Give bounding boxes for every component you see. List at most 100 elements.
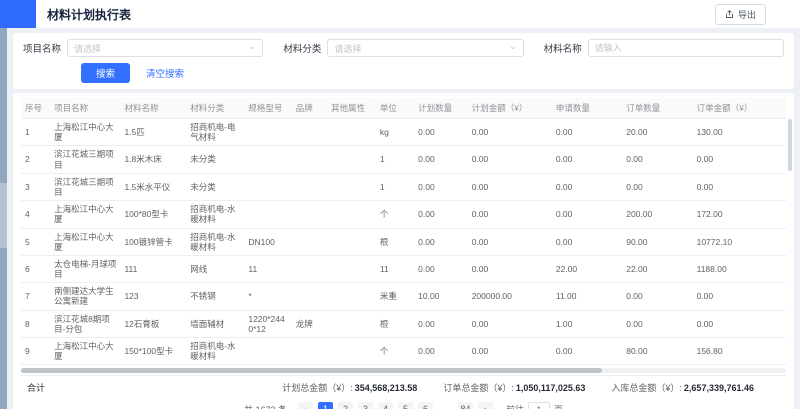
planned-total-value: 354,568,213.58 — [355, 383, 418, 393]
filter-actions: 搜索 清空搜索 — [23, 63, 784, 83]
next-page-button[interactable]: › — [478, 402, 493, 409]
table-cell — [327, 119, 376, 146]
table-cell: 0.00 — [414, 338, 468, 365]
table-cell: 5 — [21, 228, 50, 255]
horizontal-scrollbar-thumb[interactable] — [21, 368, 602, 373]
table-cell — [244, 338, 291, 365]
table-cell — [327, 310, 376, 337]
table-cell: 100镀锌管卡 — [120, 228, 186, 255]
table-cell: 0.00 — [414, 255, 468, 282]
table-cell: 0.00 — [414, 228, 468, 255]
table-cell: 0.00 — [468, 338, 552, 365]
chevron-down-icon: ⌄ — [249, 42, 257, 51]
page-button[interactable]: 2 — [338, 402, 353, 409]
table-cell: 3 — [21, 173, 50, 200]
table-cell: 100*80型卡 — [120, 201, 186, 228]
project-select[interactable]: 请选择 ⌄ — [67, 39, 263, 57]
table-row: 4上海松江中心大厦100*80型卡招商机电-水暖材料个0.000.000.002… — [21, 201, 786, 228]
table-cell: * — [244, 283, 291, 310]
table-cell: 太仓电梯-月球项目 — [50, 255, 120, 282]
horizontal-scrollbar-track[interactable] — [21, 368, 786, 373]
table-cell: 1 — [376, 173, 414, 200]
table-cell: 123 — [120, 283, 186, 310]
table-cell — [292, 283, 327, 310]
table-cell: 米重 — [376, 283, 414, 310]
project-filter-group: 项目名称 请选择 ⌄ — [23, 39, 263, 57]
page-ellipsis[interactable]: ... — [438, 402, 453, 409]
table-cell: 172.00 — [693, 201, 786, 228]
table-cell: 上海松江中心大厦 — [50, 119, 120, 146]
table-cell: 0.00 — [414, 119, 468, 146]
materials-table: 序号项目名称材料名称材料分类规格型号品牌其他属性单位计划数量计划金额（¥）申请数… — [21, 98, 786, 365]
page-button[interactable]: 1 — [318, 402, 333, 409]
table-cell: 150*100型卡 — [120, 338, 186, 365]
table-cell — [292, 146, 327, 173]
filter-panel: 项目名称 请选择 ⌄ 材料分类 请选择 ⌄ 材料名称 — [13, 33, 794, 89]
goto-label: 前往 — [506, 403, 524, 409]
table-cell — [292, 201, 327, 228]
page-title: 材料计划执行表 — [47, 6, 131, 23]
table-cell: 0.00 — [468, 310, 552, 337]
column-header: 材料分类 — [186, 98, 244, 119]
table-cell: 根 — [376, 310, 414, 337]
material-filter-label: 材料名称 — [544, 41, 582, 55]
table-cell: 200000.00 — [468, 283, 552, 310]
table-cell: 0.00 — [552, 173, 622, 200]
app-window: 材料计划执行表 导出 项目名称 请选择 ⌄ 材料分类 — [0, 0, 800, 409]
logo-block — [0, 0, 36, 28]
vertical-scrollbar[interactable] — [788, 119, 792, 171]
table-cell — [244, 119, 291, 146]
table-row: 7南侧建达大学生公寓新建123不锈钢*米重10.00200000.0011.00… — [21, 283, 786, 310]
page-button[interactable]: 4 — [378, 402, 393, 409]
page-button[interactable]: 3 — [358, 402, 373, 409]
column-header: 规格型号 — [244, 98, 291, 119]
column-header: 项目名称 — [50, 98, 120, 119]
table-cell — [244, 173, 291, 200]
table-cell: 1 — [21, 119, 50, 146]
table-row: 1上海松江中心大厦1.5匹招商机电-电气材料kg0.000.000.0020.0… — [21, 119, 786, 146]
order-total-value: 1,050,117,025.63 — [516, 383, 586, 393]
table-cell: 0.00 — [693, 310, 786, 337]
page-button[interactable]: 6 — [418, 402, 433, 409]
column-header: 计划数量 — [414, 98, 468, 119]
column-header: 材料名称 — [120, 98, 186, 119]
column-header: 计划金额（¥） — [468, 98, 552, 119]
search-button[interactable]: 搜索 — [81, 63, 130, 83]
column-header: 订单数量 — [622, 98, 692, 119]
category-select-placeholder: 请选择 — [334, 42, 509, 55]
material-name-input[interactable] — [595, 43, 777, 53]
page-button[interactable]: 84 — [458, 402, 473, 409]
top-bar: 材料计划执行表 导出 — [7, 0, 800, 28]
summary-row: 合计 计划总金额（¥）:354,568,213.58 订单总金额（¥）:1,05… — [21, 375, 786, 398]
table-cell: 个 — [376, 201, 414, 228]
table-cell: 130.00 — [693, 119, 786, 146]
table-cell — [327, 146, 376, 173]
table-row: 5上海松江中心大厦100镀锌管卡招商机电-水暖材料DN100根0.000.000… — [21, 228, 786, 255]
export-button[interactable]: 导出 — [715, 4, 766, 25]
table-cell — [327, 338, 376, 365]
table-cell: 0.00 — [552, 119, 622, 146]
results-table-panel: 序号项目名称材料名称材料分类规格型号品牌其他属性单位计划数量计划金额（¥）申请数… — [13, 93, 794, 409]
table-cell: 10.00 — [414, 283, 468, 310]
table-cell: 22.00 — [552, 255, 622, 282]
table-cell: 未分类 — [186, 173, 244, 200]
table-cell: 11.00 — [552, 283, 622, 310]
goto-page-input[interactable] — [528, 402, 550, 409]
table-row: 3滨江花城三期项目1.5米水平仪未分类10.000.000.000.000.00 — [21, 173, 786, 200]
column-header: 序号 — [21, 98, 50, 119]
table-cell: 0.00 — [468, 255, 552, 282]
table-cell: 上海松江中心大厦 — [50, 228, 120, 255]
table-cell: 0.00 — [622, 310, 692, 337]
collapsed-sidebar[interactable] — [0, 0, 7, 409]
export-icon — [725, 10, 734, 19]
prev-page-button[interactable]: ‹ — [298, 402, 313, 409]
table-cell: 0.00 — [552, 201, 622, 228]
page-list: 123456... 84 — [318, 402, 473, 409]
table-cell: 1 — [376, 146, 414, 173]
clear-search-link[interactable]: 清空搜索 — [146, 66, 184, 80]
category-select[interactable]: 请选择 ⌄ — [327, 39, 523, 57]
table-row: 9上海松江中心大厦150*100型卡招商机电-水暖材料个0.000.000.00… — [21, 338, 786, 365]
table-cell: 111 — [120, 255, 186, 282]
table-cell: 90.00 — [622, 228, 692, 255]
page-button[interactable]: 5 — [398, 402, 413, 409]
